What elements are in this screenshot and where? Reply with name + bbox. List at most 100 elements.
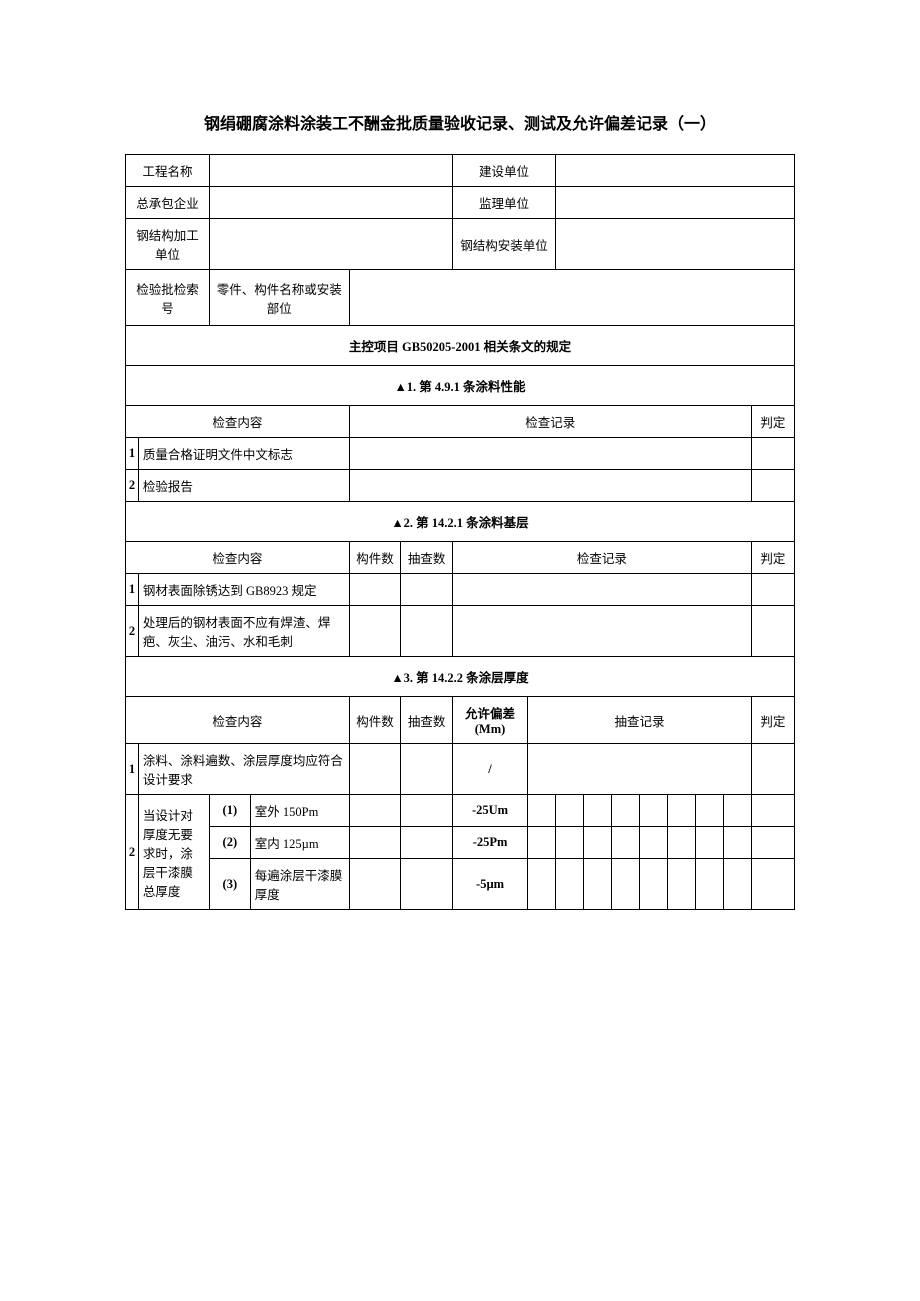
s3-sub1-sample: [401, 795, 453, 827]
s3-sub1-no: (1): [209, 795, 250, 827]
section-1-title: ▲1. 第 4.9.1 条涂料性能: [126, 366, 795, 406]
s3-row1-judge: [751, 744, 794, 795]
s2-row1-no: 1: [126, 574, 139, 606]
s3-label-sample-record: 抽查记录: [528, 697, 752, 744]
s3-sub1-rec8: [723, 795, 751, 827]
s3-sub1-component: [349, 795, 401, 827]
s1-row1-judge: [751, 438, 794, 470]
value-general-contractor: [209, 187, 452, 219]
s3-row1-record: [528, 744, 752, 795]
s2-label-check-record: 检查记录: [452, 542, 751, 574]
s1-row2-no: 2: [126, 470, 139, 502]
s3-sub3-rec8: [723, 859, 751, 910]
s3-sub2-dev: -25Pm: [452, 827, 527, 859]
s3-sub1-dev: -25Um: [452, 795, 527, 827]
s3-row1-dev: /: [452, 744, 527, 795]
s3-sub1-rec2: [556, 795, 584, 827]
s3-sub1-rec4: [612, 795, 640, 827]
s3-label-allow-dev: 允许偏差(Mm): [452, 697, 527, 744]
label-supervisor: 监理单位: [452, 187, 555, 219]
value-constructor: [556, 155, 795, 187]
s3-row-2-sub2: (2) 室内 125µm -25Pm: [126, 827, 795, 859]
s3-sub3-sample: [401, 859, 453, 910]
s3-sub1-rec5: [640, 795, 668, 827]
s3-sub3-rec1: [528, 859, 556, 910]
section-main-control: 主控项目 GB50205-2001 相关条文的规定: [126, 326, 795, 366]
s2-row1-component: [349, 574, 401, 606]
value-project-name: [209, 155, 452, 187]
s3-label-check-content: 检查内容: [126, 697, 350, 744]
s1-row1-no: 1: [126, 438, 139, 470]
s1-row-1: 1 质量合格证明文件中文标志: [126, 438, 795, 470]
s3-sub2-rec6: [667, 827, 695, 859]
s3-sub1-rec6: [667, 795, 695, 827]
s2-label-component-count: 构件数: [349, 542, 401, 574]
s3-sub1-judge: [751, 795, 794, 827]
s3-row1-component: [349, 744, 401, 795]
s1-row1-record: [349, 438, 751, 470]
s3-sub2-no: (2): [209, 827, 250, 859]
s2-row-2: 2 处理后的钢材表面不应有焊渣、焊疤、灰尘、油污、水和毛刺: [126, 606, 795, 657]
s3-row-1: 1 涂料、涂料遍数、涂层厚度均应符合设计要求 /: [126, 744, 795, 795]
s2-row2-component: [349, 606, 401, 657]
s1-row-2: 2 检验报告: [126, 470, 795, 502]
s1-row2-judge: [751, 470, 794, 502]
s2-row1-sample: [401, 574, 453, 606]
s3-row-2-sub1: 2 当设计对厚度无要求时，涂层干漆膜总厚度 (1) 室外 150Pm -25Um: [126, 795, 795, 827]
s3-sub2-rec1: [528, 827, 556, 859]
s2-row1-record: [452, 574, 751, 606]
s3-sub2-rec3: [584, 827, 612, 859]
s2-row1-judge: [751, 574, 794, 606]
s2-row2-record: [452, 606, 751, 657]
s3-sub3-rec4: [612, 859, 640, 910]
s3-row2-no: 2: [126, 795, 139, 910]
s3-sub2-rec2: [556, 827, 584, 859]
s2-row2-content: 处理后的钢材表面不应有焊渣、焊疤、灰尘、油污、水和毛刺: [138, 606, 349, 657]
s3-sub2-sample: [401, 827, 453, 859]
s1-row2-content: 检验报告: [138, 470, 349, 502]
s1-header-row: 检查内容 检查记录 判定: [126, 406, 795, 438]
s2-row2-sample: [401, 606, 453, 657]
s3-sub3-rec3: [584, 859, 612, 910]
label-general-contractor: 总承包企业: [126, 187, 210, 219]
label-constructor: 建设单位: [452, 155, 555, 187]
label-project-name: 工程名称: [126, 155, 210, 187]
header-row-steel-units: 钢结构加工单位 钢结构安装单位: [126, 219, 795, 270]
s3-sub3-content: 每遍涂层干漆膜厚度: [250, 859, 349, 910]
s3-sub1-rec3: [584, 795, 612, 827]
s2-label-check-content: 检查内容: [126, 542, 350, 574]
value-part-name: [349, 270, 794, 326]
label-steel-installer: 钢结构安装单位: [452, 219, 555, 270]
s3-sub3-rec6: [667, 859, 695, 910]
s1-label-judge: 判定: [751, 406, 794, 438]
s3-sub2-rec8: [723, 827, 751, 859]
section-3-title: ▲3. 第 14.2.2 条涂层厚度: [126, 657, 795, 697]
s2-label-judge: 判定: [751, 542, 794, 574]
s2-header-row: 检查内容 构件数 抽查数 检查记录 判定: [126, 542, 795, 574]
s3-sub1-content: 室外 150Pm: [250, 795, 349, 827]
s3-sub2-rec4: [612, 827, 640, 859]
s3-row1-content: 涂料、涂料遍数、涂层厚度均应符合设计要求: [138, 744, 349, 795]
header-row-project: 工程名称 建设单位: [126, 155, 795, 187]
section-2-title: ▲2. 第 14.2.1 条涂料基层: [126, 502, 795, 542]
s3-sub1-rec1: [528, 795, 556, 827]
s3-sub3-rec7: [695, 859, 723, 910]
s3-label-sample-count: 抽查数: [401, 697, 453, 744]
s3-label-component-count: 构件数: [349, 697, 401, 744]
s3-sub2-content: 室内 125µm: [250, 827, 349, 859]
s1-label-check-content: 检查内容: [126, 406, 350, 438]
s3-sub3-component: [349, 859, 401, 910]
s2-row1-content: 钢材表面除锈达到 GB8923 规定: [138, 574, 349, 606]
s1-row2-record: [349, 470, 751, 502]
s3-sub1-rec7: [695, 795, 723, 827]
s3-sub3-judge: [751, 859, 794, 910]
s1-row1-content: 质量合格证明文件中文标志: [138, 438, 349, 470]
s1-label-check-record: 检查记录: [349, 406, 751, 438]
s3-row1-no: 1: [126, 744, 139, 795]
s2-row-1: 1 钢材表面除锈达到 GB8923 规定: [126, 574, 795, 606]
page-title: 钢绢硼腐涂料涂装工不酬金批质量验收记录、测试及允许偏差记录（一）: [125, 110, 795, 134]
s2-row2-judge: [751, 606, 794, 657]
label-part-name: 零件、构件名称或安装部位: [209, 270, 349, 326]
s3-sub2-judge: [751, 827, 794, 859]
value-steel-installer: [556, 219, 795, 270]
